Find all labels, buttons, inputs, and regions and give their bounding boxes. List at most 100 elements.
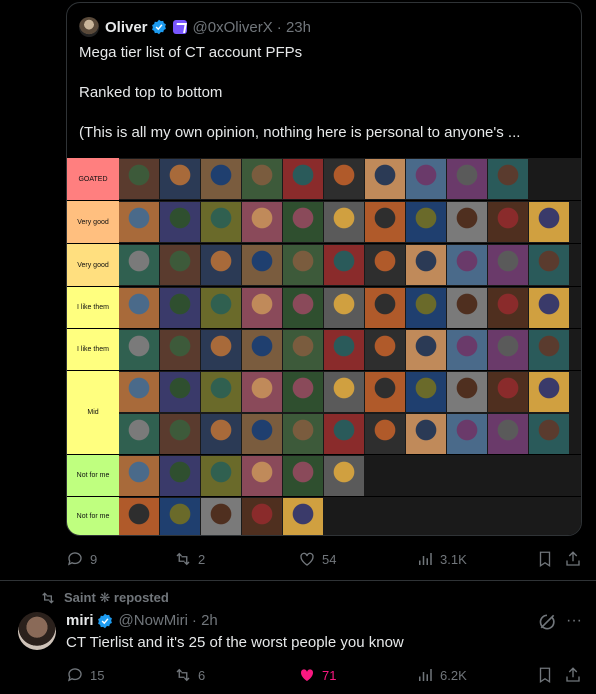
pfp-thumbnail <box>447 330 487 370</box>
grok-icon[interactable] <box>537 612 557 632</box>
pfp-thumbnail <box>160 159 200 199</box>
repost-button[interactable]: 2 <box>174 550 205 568</box>
pfp-thumbnail <box>242 159 282 199</box>
bookmark-button[interactable] <box>536 666 554 684</box>
avatar[interactable] <box>79 17 99 37</box>
affiliate-badge-icon <box>172 20 187 34</box>
tweet-header: miri @NowMiri · 2h <box>66 612 218 629</box>
verified-badge-icon <box>151 19 166 35</box>
views-button[interactable]: 6.2K <box>416 666 467 684</box>
pfp-thumbnail <box>324 456 364 496</box>
pfp-thumbnail <box>242 414 282 454</box>
pfp-thumbnail <box>447 372 487 412</box>
pfp-thumbnail <box>529 372 569 412</box>
pfp-thumbnail <box>406 159 446 199</box>
share-icon <box>566 667 580 682</box>
author-name[interactable]: miri <box>66 612 94 629</box>
pfp-thumbnail <box>201 414 241 454</box>
heart-icon <box>300 552 314 566</box>
repost-button[interactable]: 6 <box>174 666 205 684</box>
pfp-thumbnail <box>529 288 569 328</box>
pfp-thumbnail <box>119 159 159 199</box>
pfp-thumbnail <box>119 245 159 285</box>
pfp-thumbnail <box>365 288 405 328</box>
pfp-thumbnail <box>365 202 405 242</box>
pfp-thumbnail <box>242 456 282 496</box>
tier-list-image[interactable]: GOATED Very good Very good I like them I lik… <box>67 158 581 535</box>
pfp-thumbnail <box>406 245 446 285</box>
pfp-thumbnail <box>365 245 405 285</box>
author-handle[interactable]: @0xOliverX <box>193 19 273 36</box>
tier-row: Not for me <box>67 497 581 535</box>
reply-icon <box>67 668 82 682</box>
pfp-thumbnail <box>365 414 405 454</box>
author-handle[interactable]: @NowMiri <box>119 612 188 629</box>
tweet-line: Mega tier list of CT account PFPs <box>79 44 303 61</box>
more-options-icon[interactable]: ··· <box>566 612 582 630</box>
view-count: 6.2K <box>440 667 467 683</box>
pfp-thumbnail <box>406 202 446 242</box>
post-time[interactable]: · 2h <box>192 612 218 629</box>
tier-row: Very good <box>67 244 581 287</box>
bookmark-button[interactable] <box>536 550 554 568</box>
reply-count: 15 <box>90 667 105 683</box>
pfp-thumbnail <box>160 372 200 412</box>
pfp-thumbnail <box>119 456 159 496</box>
pfp-thumbnail <box>160 456 200 496</box>
tier-label: Mid <box>67 371 119 454</box>
reply-button[interactable]: 15 <box>66 666 104 684</box>
reply-count: 9 <box>90 551 98 567</box>
tier-label: Not for me <box>67 455 119 496</box>
post-time[interactable]: · 23h <box>277 19 311 36</box>
reply-button[interactable]: 9 <box>66 550 97 568</box>
avatar[interactable] <box>18 612 56 650</box>
pfp-thumbnail <box>447 159 487 199</box>
pfp-thumbnail <box>283 414 323 454</box>
tier-label: Very good <box>67 201 119 243</box>
share-button[interactable] <box>564 666 582 684</box>
pfp-thumbnail <box>119 288 159 328</box>
heart-filled-icon <box>300 669 314 681</box>
tier-label: I like them <box>67 287 119 328</box>
pfp-thumbnail <box>324 414 364 454</box>
share-button[interactable] <box>564 550 582 568</box>
tier-label: Very good <box>67 244 119 286</box>
pfp-thumbnail <box>365 330 405 370</box>
author-name[interactable]: Oliver <box>105 19 148 36</box>
like-button[interactable]: 54 <box>298 550 336 568</box>
pfp-thumbnail <box>283 330 323 370</box>
repost-icon <box>42 592 54 604</box>
pfp-thumbnail <box>201 372 241 412</box>
pfp-thumbnail <box>119 372 159 412</box>
pfp-thumbnail <box>529 414 569 454</box>
pfp-thumbnail <box>201 202 241 242</box>
repost-indicator[interactable]: Saint ❋ reposted <box>40 590 169 606</box>
pfp-thumbnail <box>283 202 323 242</box>
views-icon <box>419 669 432 681</box>
pfp-thumbnail <box>242 202 282 242</box>
pfp-thumbnail <box>283 372 323 412</box>
pfp-thumbnail <box>283 498 323 535</box>
like-button[interactable]: 71 <box>298 666 336 684</box>
views-button[interactable]: 3.1K <box>416 550 467 568</box>
tier-row: Not for me <box>67 455 581 497</box>
pfp-thumbnail <box>201 159 241 199</box>
pfp-thumbnail <box>488 330 528 370</box>
pfp-thumbnail <box>529 202 569 242</box>
pfp-thumbnail <box>365 372 405 412</box>
share-icon <box>566 551 580 566</box>
tier-row: I like them <box>67 329 581 371</box>
pfp-thumbnail <box>283 288 323 328</box>
repost-icon <box>176 552 190 566</box>
pfp-thumbnail <box>119 498 159 535</box>
pfp-thumbnail <box>324 372 364 412</box>
pfp-thumbnail <box>119 330 159 370</box>
quoted-tweet[interactable]: Oliver @0xOliverX · 23h Mega tier list o… <box>66 2 582 536</box>
pfp-thumbnail <box>488 202 528 242</box>
tweet-actions: 15 6 71 6.2K <box>66 664 586 688</box>
quoted-tweet-actions: 9 2 54 3.1K <box>66 544 586 574</box>
like-count: 54 <box>322 551 337 567</box>
bookmark-icon <box>539 551 551 568</box>
pfp-thumbnail <box>324 288 364 328</box>
pfp-thumbnail <box>119 202 159 242</box>
